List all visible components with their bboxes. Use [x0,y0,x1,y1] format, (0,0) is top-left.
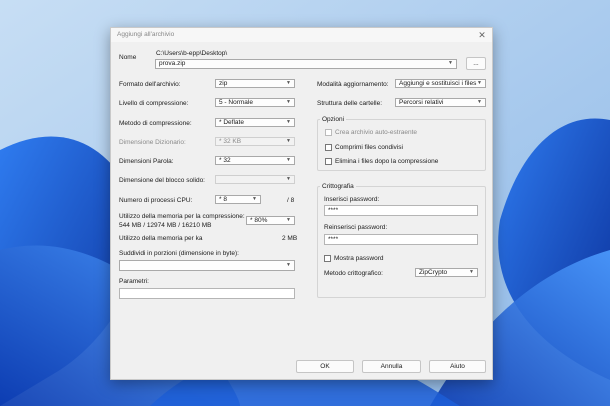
encryption-method-value: ZipCrypto [419,269,448,276]
word-size-label: Dimensioni Parola: [119,158,174,165]
chevron-down-icon: ▼ [286,138,291,144]
chevron-down-icon: ▼ [286,157,291,163]
dictionary-label: Dimensione Dizionario: [119,139,186,146]
memory-compression-detail: 544 MB / 12974 MB / 16210 MB [119,222,212,229]
password-confirm-input[interactable]: **** [324,234,478,245]
path-mode-select[interactable]: Percorsi relativi ▼ [395,98,486,107]
password-label: Inserisci password: [324,196,380,203]
ok-button[interactable]: OK [296,360,354,373]
update-mode-label: Modalità aggiornamento: [317,81,389,88]
memory-compression-select[interactable]: * 80% ▼ [246,216,295,225]
method-select[interactable]: * Deflate ▼ [215,118,295,127]
path-mode-label: Struttura delle cartelle: [317,100,383,107]
memory-decompression-label: Utilizzo della memoria per ka [119,235,203,242]
sfx-checkbox [325,129,332,136]
close-icon[interactable]: ✕ [476,29,488,41]
solid-block-label: Dimensione del blocco solido: [119,177,205,184]
cpu-threads-value: * 8 [219,196,227,203]
password-value: **** [328,207,339,214]
show-password-checkbox[interactable] [324,255,331,262]
parameters-input[interactable] [119,288,295,299]
path-mode-value: Percorsi relativi [399,99,444,106]
options-group-title: Opzioni [320,116,347,123]
title-bar: Aggiungi all'archivio ✕ [111,28,492,42]
sfx-checkbox-label: Crea archivio auto-estraente [335,129,418,136]
parameters-label: Parametri: [119,278,149,285]
shared-files-checkbox[interactable] [325,144,332,151]
encryption-group-title: Crittografia [320,183,356,190]
chevron-down-icon: ▼ [286,217,291,223]
cpu-threads-label: Numero di processi CPU: [119,197,193,204]
name-label: Nome [119,54,137,61]
chevron-down-icon: ▼ [286,262,291,268]
chevron-down-icon: ▼ [477,80,482,86]
memory-compression-value: * 80% [250,217,268,224]
word-size-value: * 32 [219,157,231,164]
shared-files-checkbox-label: Comprimi files condivisi [335,144,403,151]
word-size-select[interactable]: * 32 ▼ [215,156,295,165]
add-to-archive-dialog: Aggiungi all'archivio ✕ Nome C:\Users\b-… [110,27,493,380]
help-button[interactable]: Aiuto [429,360,486,373]
format-value: zip [219,80,228,87]
chevron-down-icon: ▼ [477,99,482,105]
dictionary-select: * 32 KB ▼ [215,137,295,146]
memory-decompression-value: 2 MB [282,235,298,242]
chevron-down-icon: ▼ [286,176,291,182]
show-password-checkbox-label: Mostra password [334,255,384,262]
dialog-title: Aggiungi all'archivio [117,31,175,38]
level-label: Livello di compressione: [119,100,189,107]
archive-name-combo[interactable]: prova.zip ▼ [155,59,457,69]
split-volumes-combo[interactable]: ▼ [119,260,295,271]
cpu-threads-max: / 8 [287,197,295,204]
password-confirm-label: Reinserisci password: [324,224,388,231]
browse-button[interactable]: ... [466,57,486,70]
cpu-threads-select[interactable]: * 8 ▼ [215,195,261,204]
password-confirm-value: **** [328,236,339,243]
memory-compression-label: Utilizzo della memoria per la compressio… [119,213,245,220]
format-label: Formato dell'archivio: [119,81,181,88]
level-value: 5 - Normale [219,99,253,106]
archive-name-value: prova.zip [159,60,186,67]
password-input[interactable]: **** [324,205,478,216]
chevron-down-icon: ▼ [286,80,291,86]
chevron-down-icon: ▼ [448,60,453,66]
solid-block-select: ▼ [215,175,295,184]
chevron-down-icon: ▼ [469,269,474,275]
cancel-button[interactable]: Annulla [362,360,421,373]
delete-after-checkbox[interactable] [325,158,332,165]
chevron-down-icon: ▼ [286,119,291,125]
level-select[interactable]: 5 - Normale ▼ [215,98,295,107]
format-select[interactable]: zip ▼ [215,79,295,88]
delete-after-checkbox-label: Elimina i files dopo la compressione [335,158,439,165]
dictionary-value: * 32 KB [219,138,242,145]
encryption-method-select[interactable]: ZipCrypto ▼ [415,268,478,277]
update-mode-value: Aggiungi e sostituisci i files [399,80,477,87]
encryption-method-label: Metodo crittografico: [324,270,383,277]
chevron-down-icon: ▼ [252,196,257,202]
method-value: * Deflate [219,119,244,126]
archive-path: C:\Users\b-epp\Desktop\ [156,50,228,57]
method-label: Metodo di compressione: [119,120,192,127]
split-volumes-label: Suddividi in porzioni (dimensione in byt… [119,250,239,257]
chevron-down-icon: ▼ [286,99,291,105]
update-mode-select[interactable]: Aggiungi e sostituisci i files ▼ [395,79,486,88]
